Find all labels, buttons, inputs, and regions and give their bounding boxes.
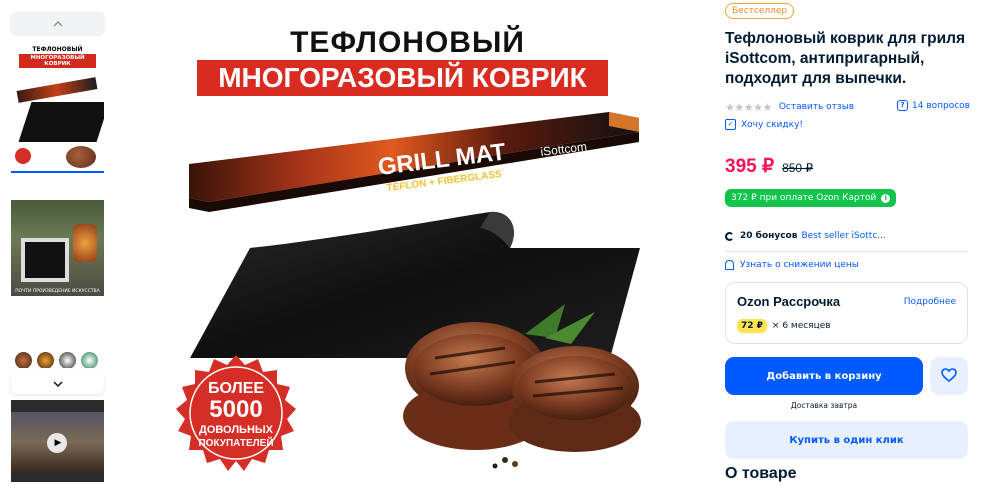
thumbnail-1-title: ТЕФЛОНОВЫЙ (32, 46, 83, 53)
thumbnail-1[interactable]: ТЕФЛОНОВЫЙ МНОГОРАЗОВЫЙ КОВРИК (11, 38, 104, 173)
ozon-card-price-label: 372 ₽ при оплате Ozon Картой (731, 193, 877, 203)
thumbnail-video[interactable]: ▶ (11, 400, 104, 482)
chevron-up-icon (52, 16, 63, 30)
thumbnail-1-mat-image (18, 102, 104, 142)
seal-count: 5000 (209, 396, 262, 423)
thumbnail-2-caption: ПОЧТИ ПРОИЗВЕДЕНИЕ ИСКУССТВА (15, 289, 100, 294)
installment-row: 72 ₽ × 6 месяцев (737, 319, 831, 333)
rating-row: ★★★★★ Оставить отзыв ? 14 вопросов (725, 100, 970, 114)
product-title: Тефлоновый коврик для гриля iSottcom, ан… (725, 30, 966, 87)
bell-icon (725, 260, 734, 270)
food-icon (15, 352, 32, 368)
seal-line4: ПОКУПАТЕЛЕЙ (198, 436, 273, 449)
about-product-heading: О товаре (725, 465, 797, 482)
rating-stars[interactable]: ★★★★★ (725, 101, 772, 114)
seal-line1: БОЛЕЕ (208, 380, 264, 397)
eco-icon (81, 352, 98, 368)
old-price: 850 ₽ (782, 161, 814, 175)
divider (725, 251, 968, 252)
main-product-image[interactable]: ТЕФЛОНОВЫЙ МНОГОРАЗОВЫЙ КОВРИК GRILL MAT… (155, 8, 660, 494)
buy-one-click-button[interactable]: Купить в один клик (725, 421, 968, 459)
price-alert-label: Узнать о снижении цены (740, 260, 859, 270)
product-box-image: GRILL MAT TEFLON + FIBERGLASS iSottcom (189, 112, 639, 212)
seal-line3: ДОВОЛЬНЫХ (199, 424, 274, 436)
installment-price: 72 ₽ (737, 319, 767, 333)
thumbnail-3[interactable] (11, 324, 104, 368)
price-row: 395 ₽ 850 ₽ (725, 155, 813, 178)
installment-card[interactable]: Ozon Рассрочка Подробнее 72 ₽ × 6 месяце… (725, 282, 968, 344)
delivery-info: Доставка завтра (790, 401, 858, 410)
bestseller-badge[interactable]: Бестселлер (725, 3, 795, 19)
seller-link[interactable]: Best seller iSottc... (801, 231, 885, 241)
ozon-card-price-badge[interactable]: 372 ₽ при оплате Ozon Картой i (725, 189, 897, 207)
mitt-icon (59, 352, 76, 368)
fire-icon (37, 352, 54, 368)
price-alert-link[interactable]: Узнать о снижении цены (725, 260, 859, 270)
hero-title-line2: МНОГОРАЗОВЫЙ КОВРИК (197, 60, 608, 96)
chevron-down-icon (52, 376, 63, 390)
questions-label: 14 вопросов (912, 100, 970, 111)
thumbnail-1-subtitle: МНОГОРАЗОВЫЙ КОВРИК (19, 54, 96, 68)
steak-image (403, 304, 641, 469)
installment-term: × 6 месяцев (771, 321, 831, 331)
leave-review-link[interactable]: Оставить отзыв (779, 102, 854, 112)
play-icon: ▶ (47, 433, 67, 453)
want-discount-link[interactable]: ✓ Хочу скидку! (725, 119, 803, 130)
questions-link[interactable]: ? 14 вопросов (897, 100, 970, 111)
gallery-thumbnails: ТЕФЛОНОВЫЙ МНОГОРАЗОВЫЙ КОВРИК ПОЧТИ ПРО… (0, 0, 115, 494)
discount-tag-icon: ✓ (725, 119, 736, 130)
thumbnail-3-icons (15, 352, 98, 368)
thumbnails-up-button[interactable] (11, 12, 104, 34)
hero-title-line1: ТЕФЛОНОВЫЙ (290, 26, 525, 59)
question-icon: ? (897, 100, 908, 111)
thumbnail-2[interactable]: ПОЧТИ ПРОИЗВЕДЕНИЕ ИСКУССТВА (11, 200, 104, 296)
current-price: 395 ₽ (725, 156, 775, 177)
installment-title: Ozon Рассрочка (737, 294, 841, 309)
want-discount-label: Хочу скидку! (741, 119, 804, 130)
bonus-label: 20 бонусов (740, 231, 798, 241)
thumbnail-1-box-image (16, 77, 98, 103)
bonus-icon (725, 231, 734, 241)
add-to-cart-button[interactable]: Добавить в корзину (725, 357, 923, 395)
heart-icon (941, 367, 957, 386)
favorite-button[interactable] (930, 357, 968, 395)
thumbnail-2-grill-image (73, 224, 97, 262)
thumbnails-down-button[interactable] (11, 372, 104, 394)
thumbnail-1-seal-image (15, 148, 31, 164)
installment-more-link[interactable]: Подробнее (904, 297, 956, 307)
info-icon: i (881, 193, 891, 203)
thumbnail-1-steak-image (66, 146, 96, 168)
bonus-row: 20 бонусов Best seller iSottc... (725, 231, 886, 241)
thumbnail-2-mat-image (21, 238, 69, 282)
customers-seal-badge: БОЛЕЕ 5000 ДОВОЛЬНЫХ ПОКУПАТЕЛЕЙ (176, 355, 296, 471)
